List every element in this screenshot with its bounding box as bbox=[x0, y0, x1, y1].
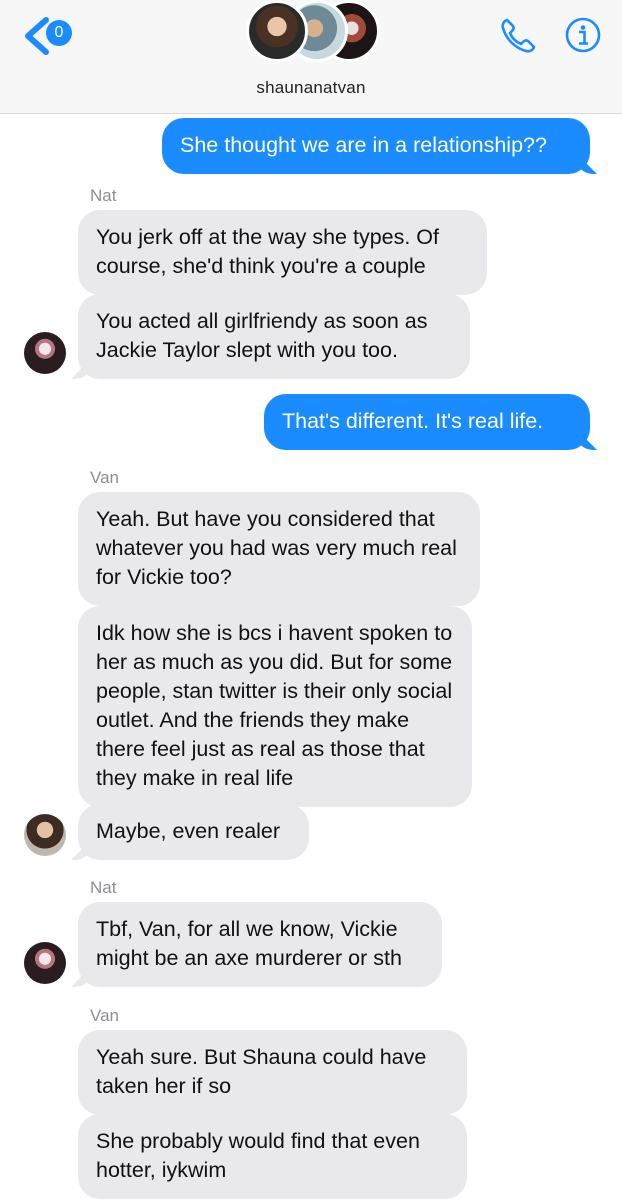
message-text: Tbf, Van, for all we know, Vickie might … bbox=[96, 917, 402, 970]
back-button[interactable]: 0 bbox=[22, 16, 82, 56]
message-text: Maybe, even realer bbox=[96, 819, 281, 843]
message-text: Yeah. But have you considered that whate… bbox=[96, 507, 457, 589]
group-avatars[interactable] bbox=[246, 0, 380, 68]
message-text: You jerk off at the way she types. Of co… bbox=[96, 225, 440, 278]
message-bubble-incoming[interactable]: You jerk off at the way she types. Of co… bbox=[78, 210, 487, 295]
sender-name: Van bbox=[90, 1006, 119, 1025]
message-text: Idk how she is bcs i havent spoken to he… bbox=[96, 621, 453, 790]
message-bubble-incoming[interactable]: You acted all girlfriendy as soon as Jac… bbox=[78, 294, 470, 379]
avatar-shauna bbox=[246, 0, 308, 62]
avatar-van[interactable] bbox=[24, 814, 66, 856]
message-text: You acted all girlfriendy as soon as Jac… bbox=[96, 309, 428, 362]
sender-name: Nat bbox=[90, 878, 117, 897]
sender-name: Van bbox=[90, 468, 119, 487]
message-thread[interactable]: She thought we are in a relationship?? N… bbox=[0, 114, 622, 1200]
message-bubble-incoming[interactable]: She probably would find that even hotter… bbox=[78, 1114, 467, 1199]
message-bubble-outgoing[interactable]: She thought we are in a relationship?? bbox=[162, 118, 590, 174]
message-text: Yeah sure. But Shauna could have taken h… bbox=[96, 1045, 427, 1098]
avatar-nat[interactable] bbox=[24, 332, 66, 374]
message-bubble-outgoing[interactable]: That's different. It's real life. bbox=[264, 394, 590, 450]
message-text: She thought we are in a relationship?? bbox=[180, 133, 547, 157]
message-text: She probably would find that even hotter… bbox=[96, 1129, 420, 1182]
avatar-nat[interactable] bbox=[24, 942, 66, 984]
message-bubble-incoming[interactable]: Idk how she is bcs i havent spoken to he… bbox=[78, 606, 472, 807]
message-text: That's different. It's real life. bbox=[282, 409, 544, 433]
message-bubble-incoming[interactable]: Yeah sure. But Shauna could have taken h… bbox=[78, 1030, 467, 1115]
message-bubble-incoming[interactable]: Yeah. But have you considered that whate… bbox=[78, 492, 480, 606]
unread-badge: 0 bbox=[46, 20, 72, 46]
info-icon[interactable] bbox=[565, 17, 601, 53]
message-bubble-incoming[interactable]: Tbf, Van, for all we know, Vickie might … bbox=[78, 902, 442, 987]
chat-header: 0 shaunanatvan bbox=[0, 0, 622, 114]
sender-name: Nat bbox=[90, 186, 117, 205]
group-name[interactable]: shaunanatvan bbox=[0, 78, 622, 98]
message-bubble-incoming[interactable]: Maybe, even realer bbox=[78, 804, 309, 860]
phone-icon[interactable] bbox=[498, 16, 538, 56]
